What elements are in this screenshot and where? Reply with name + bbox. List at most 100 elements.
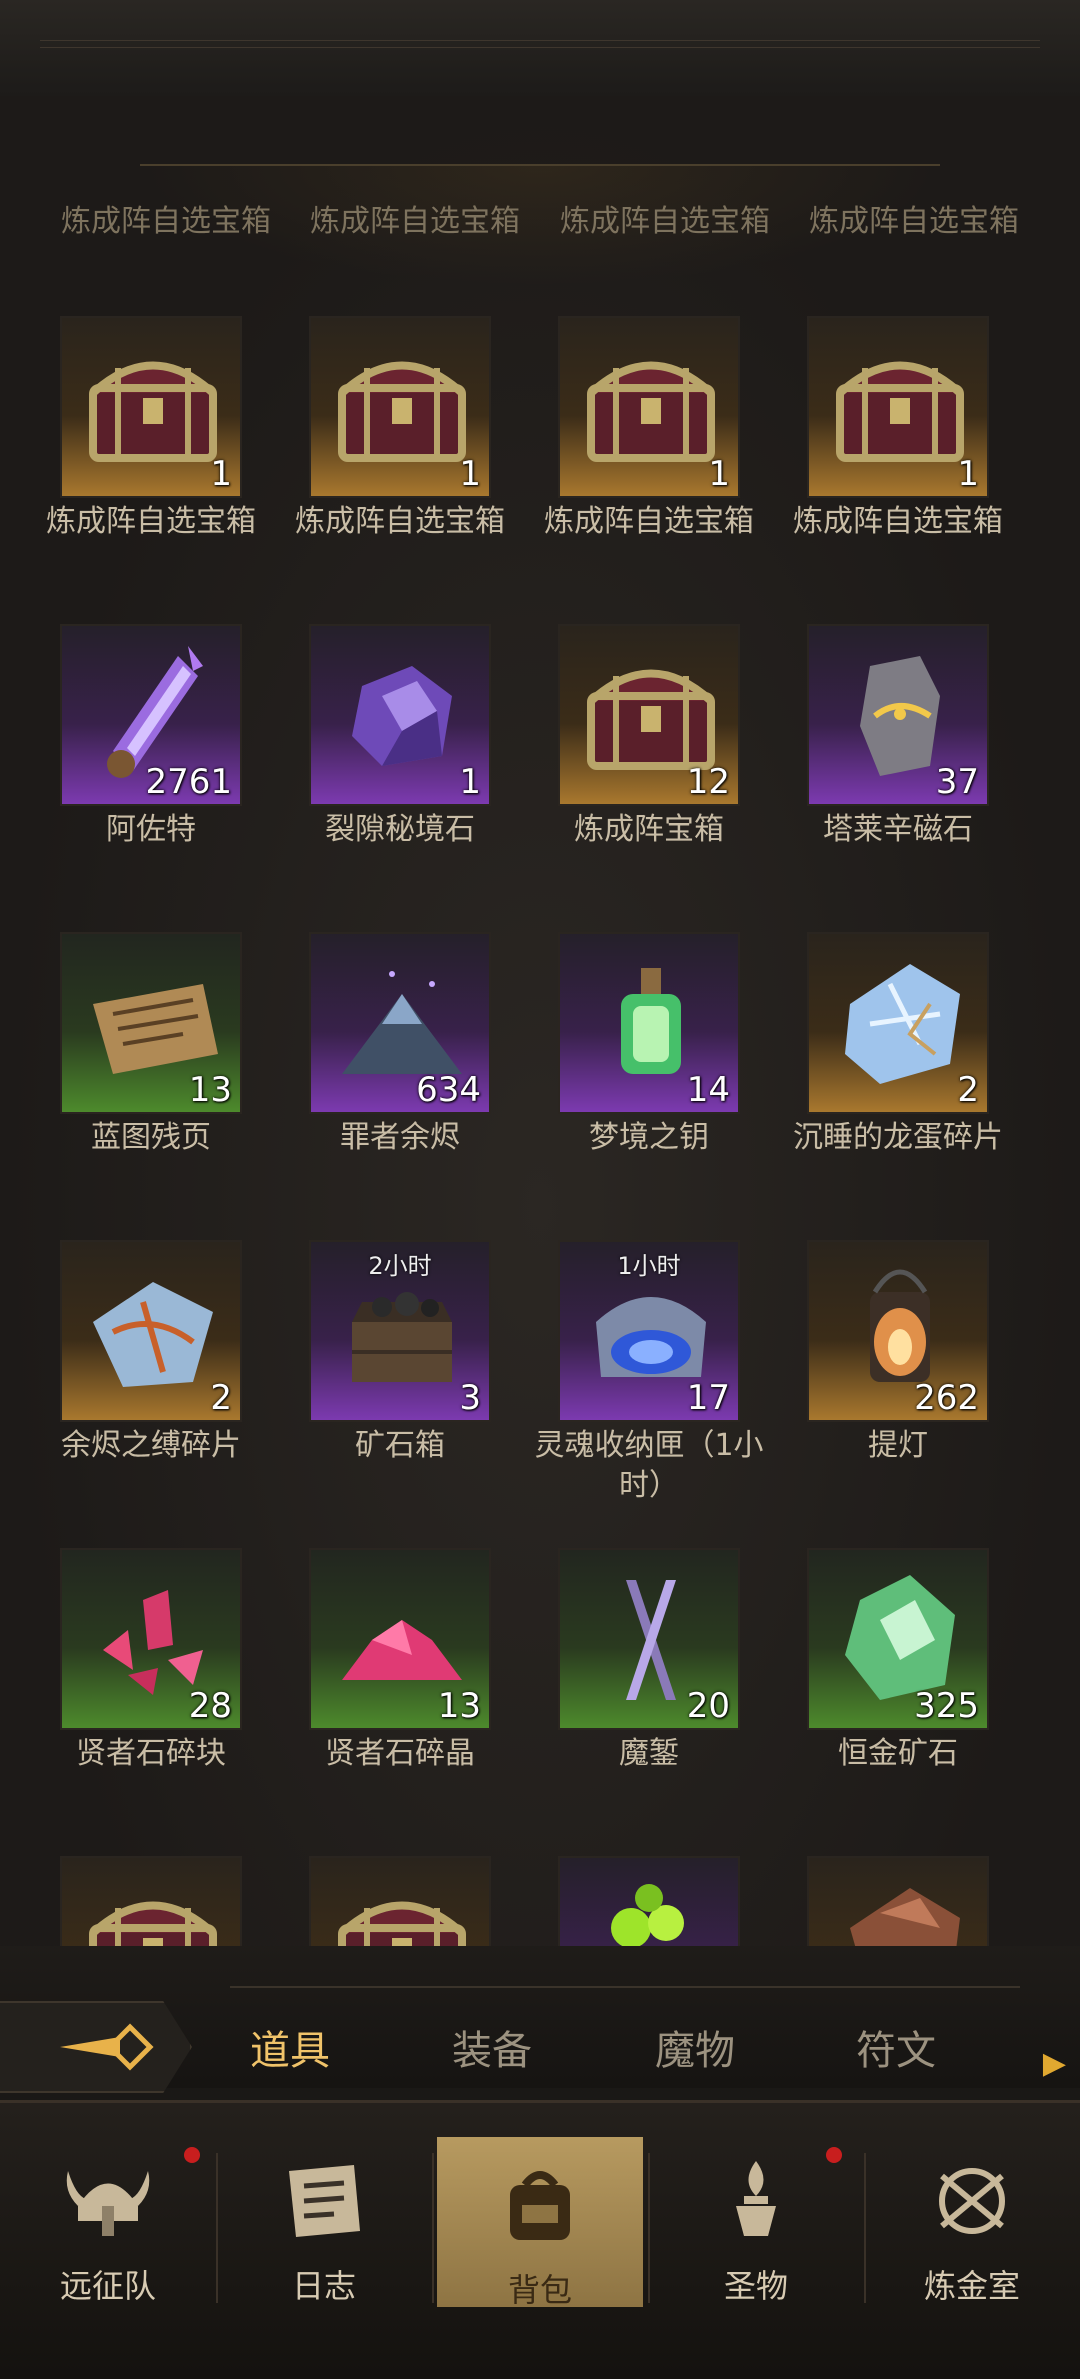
back-button[interactable]: [0, 2001, 192, 2093]
item-tile[interactable]: [60, 1856, 242, 1946]
item-count: 17: [686, 1378, 730, 1418]
item-tile[interactable]: 262: [807, 1240, 989, 1422]
item-tile[interactable]: 37: [807, 624, 989, 806]
item-count: 1: [459, 454, 481, 494]
item-tile[interactable]: 2小时 3: [309, 1240, 491, 1422]
nav-divider: [432, 2153, 434, 2303]
partial-item-label: 炼成阵自选宝箱: [809, 204, 1019, 239]
item-tile[interactable]: 1: [309, 316, 491, 498]
item-tile[interactable]: 325: [807, 1548, 989, 1730]
item-count: 2761: [145, 762, 232, 802]
ember-shard-icon: [93, 1282, 213, 1387]
partial-row-labels: 炼成阵自选宝箱 炼成阵自选宝箱 炼成阵自选宝箱 炼成阵自选宝箱: [0, 202, 1080, 242]
item-name: 余烬之缚碎片: [61, 1428, 241, 1463]
nav-label: 圣物: [723, 2267, 788, 2305]
item-tile[interactable]: [309, 1856, 491, 1946]
copper-ore-icon: [850, 1888, 960, 1946]
item-tile[interactable]: 2761: [60, 624, 242, 806]
item-count: 14: [686, 1070, 730, 1110]
tab-equipment[interactable]: 装备: [452, 2018, 532, 2076]
item-count: 634: [416, 1070, 481, 1110]
item-count: 1: [459, 762, 481, 802]
item-count: 325: [914, 1686, 979, 1726]
item-name: 贤者石碎块: [76, 1736, 226, 1771]
item-tile[interactable]: 1: [60, 316, 242, 498]
item-tile[interactable]: 1: [558, 316, 740, 498]
item-count: 1: [708, 454, 730, 494]
nav-journal[interactable]: 日志: [216, 2133, 432, 2313]
item-name: 炼成阵自选宝箱: [295, 504, 505, 539]
item-count: 28: [188, 1686, 232, 1726]
item-tile[interactable]: 20: [558, 1548, 740, 1730]
back-arrow-icon: [60, 2023, 154, 2071]
notification-badge: [826, 2147, 842, 2163]
nav-expedition[interactable]: 远征队: [0, 2133, 216, 2313]
item-name: 矿石箱: [355, 1428, 445, 1463]
green-orb-cluster-icon: [611, 1884, 684, 1946]
item-name: 恒金矿石: [838, 1736, 958, 1771]
tab-runes[interactable]: 符文: [856, 2018, 936, 2076]
item-count: 262: [914, 1378, 979, 1418]
item-tile[interactable]: 14: [558, 932, 740, 1114]
item-count: 12: [686, 762, 730, 802]
item-name: 阿佐特: [106, 812, 196, 847]
inventory-grid[interactable]: 炼成阵自选宝箱 炼成阵自选宝箱 炼成阵自选宝箱 炼成阵自选宝箱 1 炼成阵自选宝箱…: [0, 96, 1080, 1946]
item-name: 梦境之钥: [589, 1120, 709, 1155]
relic-icon: [736, 2161, 776, 2236]
treasure-chest-icon: [89, 361, 217, 462]
alchemy-icon: [939, 2168, 1005, 2234]
item-tile[interactable]: 12: [558, 624, 740, 806]
item-tile[interactable]: 13: [60, 932, 242, 1114]
item-name: 裂隙秘境石: [325, 812, 475, 847]
dragon-egg-shard-icon: [845, 964, 960, 1084]
top-frame: [0, 0, 1080, 99]
chevron-right-icon[interactable]: ▶: [1043, 2046, 1066, 2081]
partial-item-label: 炼成阵自选宝箱: [61, 204, 271, 239]
divider: [230, 1986, 1020, 1988]
nav-backpack[interactable]: 背包: [437, 2137, 643, 2309]
backpack-icon: [510, 2171, 570, 2240]
item-name: 魔錾: [619, 1736, 679, 1771]
item-name: 罪者余烬: [340, 1120, 460, 1155]
bottom-nav: 远征队 日志 背包 圣物 炼金室: [0, 2100, 1080, 2379]
item-timer: 2小时: [368, 1252, 432, 1280]
item-tile[interactable]: 2: [807, 932, 989, 1114]
nav-label: 远征队: [59, 2267, 156, 2305]
item-tile[interactable]: [558, 1856, 740, 1946]
item-name: 炼成阵自选宝箱: [46, 504, 256, 539]
item-count: 13: [188, 1070, 232, 1110]
item-count: 13: [437, 1686, 481, 1726]
category-tabs: 道具 装备 魔物 符文 ▶: [0, 1946, 1080, 2093]
item-name: 炼成阵自选宝箱: [544, 504, 754, 539]
treasure-chest-icon: [89, 1901, 217, 1946]
item-tile[interactable]: 1: [807, 316, 989, 498]
treasure-chest-icon: [587, 361, 715, 462]
item-name: 灵魂收纳匣（1小时）: [534, 1428, 764, 1503]
item-tile[interactable]: 13: [309, 1548, 491, 1730]
item-tile[interactable]: 28: [60, 1548, 242, 1730]
nav-label: 炼金室: [923, 2267, 1020, 2305]
nav-relics[interactable]: 圣物: [648, 2133, 864, 2313]
item-name: 炼成阵宝箱: [574, 812, 724, 847]
item-tile[interactable]: 2: [60, 1240, 242, 1422]
item-count: 2: [210, 1378, 232, 1418]
item-tile[interactable]: 1: [309, 624, 491, 806]
amethyst-stone-icon: [352, 666, 452, 766]
item-timer: 1小时: [617, 1252, 681, 1280]
treasure-chest-icon: [836, 361, 964, 462]
nav-alchemy[interactable]: 炼金室: [864, 2133, 1080, 2313]
item-tile[interactable]: [807, 1856, 989, 1946]
partial-item-label: 炼成阵自选宝箱: [310, 204, 520, 239]
viking-helmet-icon: [66, 2171, 150, 2236]
item-name: 提灯: [868, 1428, 928, 1463]
item-name: 蓝图残页: [91, 1120, 211, 1155]
tab-items[interactable]: 道具: [250, 2018, 330, 2076]
item-name: 贤者石碎晶: [325, 1736, 475, 1771]
tab-monsters[interactable]: 魔物: [655, 2018, 735, 2076]
item-tile[interactable]: 1小时 17: [558, 1240, 740, 1422]
item-name: 沉睡的龙蛋碎片: [793, 1120, 1003, 1155]
journal-icon: [289, 2165, 360, 2237]
item-tile[interactable]: 634: [309, 932, 491, 1114]
treasure-chest-icon: [338, 1901, 466, 1946]
item-name: 塔莱辛磁石: [823, 812, 973, 847]
